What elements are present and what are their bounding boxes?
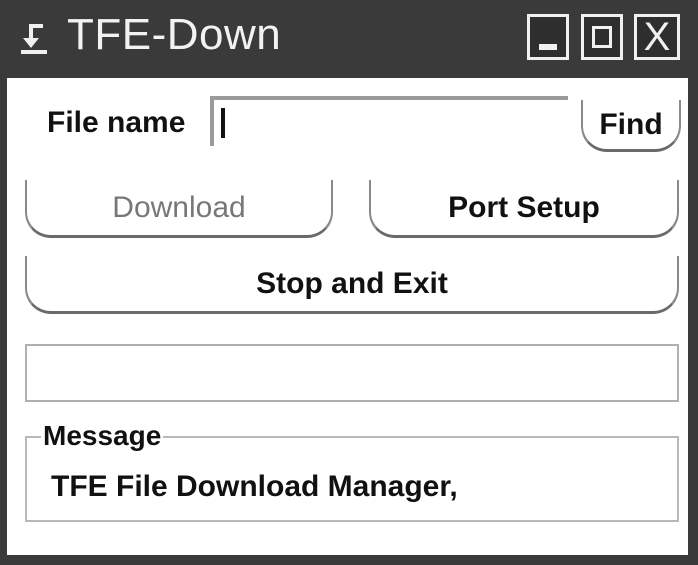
client-area: File name Find Download Port Setup Stop … bbox=[7, 78, 688, 555]
minimize-icon bbox=[539, 44, 557, 50]
stop-and-exit-button[interactable]: Stop and Exit bbox=[25, 256, 679, 314]
status-field bbox=[25, 344, 679, 402]
filename-input[interactable] bbox=[210, 96, 568, 146]
message-text: TFE File Download Manager, bbox=[51, 470, 458, 503]
download-arrow-icon bbox=[19, 20, 49, 56]
close-button[interactable]: X bbox=[634, 14, 680, 60]
close-icon: X bbox=[643, 14, 671, 59]
minimize-button[interactable] bbox=[527, 14, 569, 60]
message-legend: Message bbox=[41, 420, 164, 452]
text-caret bbox=[221, 108, 225, 138]
app-window: TFE-Down X File name Find Download Port … bbox=[0, 0, 698, 565]
maximize-icon bbox=[592, 26, 612, 48]
download-button[interactable]: Download bbox=[25, 180, 333, 238]
filename-label: File name bbox=[47, 106, 186, 139]
title-bar[interactable]: TFE-Down X bbox=[7, 0, 688, 78]
find-button[interactable]: Find bbox=[581, 100, 681, 152]
maximize-button[interactable] bbox=[581, 14, 623, 60]
port-setup-button[interactable]: Port Setup bbox=[369, 180, 679, 238]
window-title: TFE-Down bbox=[67, 10, 282, 59]
